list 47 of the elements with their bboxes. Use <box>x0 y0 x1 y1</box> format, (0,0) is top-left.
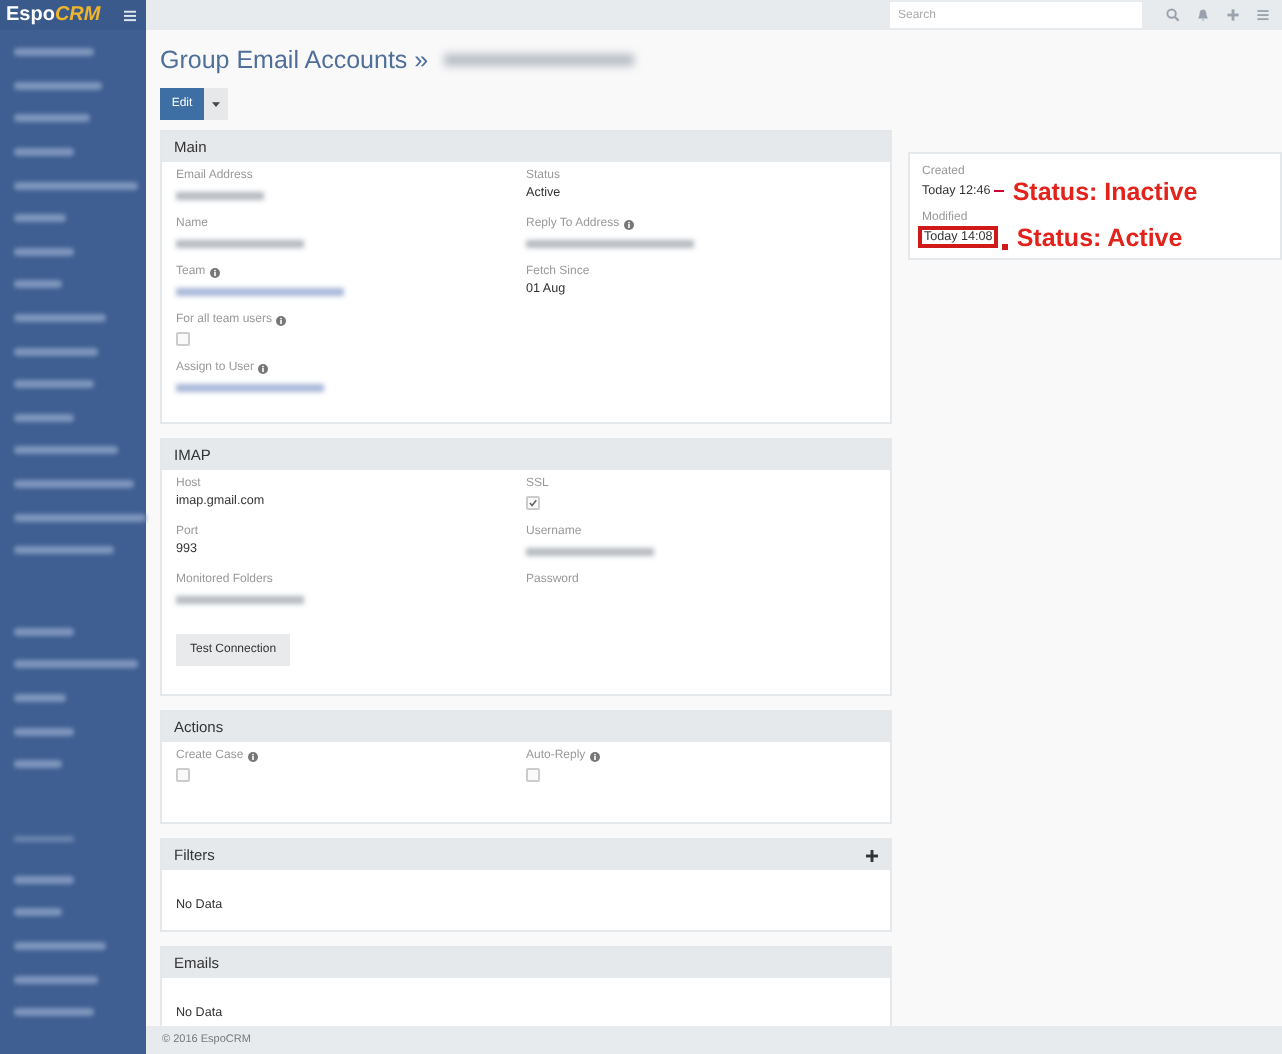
annotation-text: Status: Inactive <box>1012 177 1198 205</box>
blurred-menu-item[interactable] <box>14 181 138 190</box>
blurred-menu-item[interactable] <box>14 148 74 157</box>
blurred-menu-item[interactable] <box>14 975 98 984</box>
blurred-menu-item[interactable] <box>14 660 138 669</box>
blurred-menu-item[interactable] <box>14 347 98 356</box>
search-icon[interactable] <box>1166 8 1180 22</box>
blurred-menu-item[interactable] <box>14 314 106 323</box>
info-icon[interactable] <box>247 751 258 761</box>
blurred-menu-item[interactable] <box>14 513 146 522</box>
blurred-menu-item[interactable] <box>14 875 74 884</box>
blurred-value <box>176 595 304 603</box>
page-title: Group Email Accounts » <box>160 45 429 73</box>
blurred-menu-item[interactable] <box>14 247 74 256</box>
checkbox[interactable] <box>526 495 540 509</box>
info-icon[interactable] <box>589 751 600 761</box>
blurred-menu-item[interactable] <box>14 413 74 422</box>
blurred-value <box>526 547 654 555</box>
dropdown-button[interactable] <box>204 88 228 120</box>
annotation-text: Status: Active <box>1016 223 1183 251</box>
menu-icon[interactable] <box>124 9 136 21</box>
blurred-menu-item[interactable] <box>14 760 62 769</box>
blurred-menu-item[interactable] <box>14 446 118 455</box>
blurred-menu-item[interactable] <box>14 480 134 489</box>
bell-icon[interactable] <box>1196 8 1210 22</box>
blurred-value <box>176 191 264 199</box>
caret-icon <box>212 101 220 107</box>
blurred-menu-item[interactable] <box>14 693 66 702</box>
blurred-menu-item[interactable] <box>14 214 66 223</box>
blurred-menu-item[interactable] <box>14 941 106 950</box>
info-icon[interactable] <box>623 219 634 229</box>
blurred-menu-item[interactable] <box>14 81 102 90</box>
info-icon[interactable] <box>209 267 220 277</box>
blurred-menu-item[interactable] <box>14 48 94 57</box>
info-icon[interactable] <box>258 363 269 373</box>
blurred-menu-item[interactable] <box>14 1008 94 1017</box>
blurred-value <box>176 239 304 247</box>
blurred-menu-item[interactable] <box>14 627 74 636</box>
blurred-menu-item[interactable] <box>14 546 114 555</box>
info-icon[interactable] <box>276 315 287 325</box>
blurred-menu-item[interactable] <box>14 380 94 389</box>
blurred-menu-item[interactable] <box>14 280 62 289</box>
blurred-menu-item[interactable] <box>14 114 90 123</box>
blurred-menu-heading <box>14 836 74 843</box>
plus-icon[interactable] <box>866 849 878 861</box>
blurred-menu-item[interactable] <box>14 908 62 917</box>
blurred-menu-item[interactable] <box>14 727 74 736</box>
